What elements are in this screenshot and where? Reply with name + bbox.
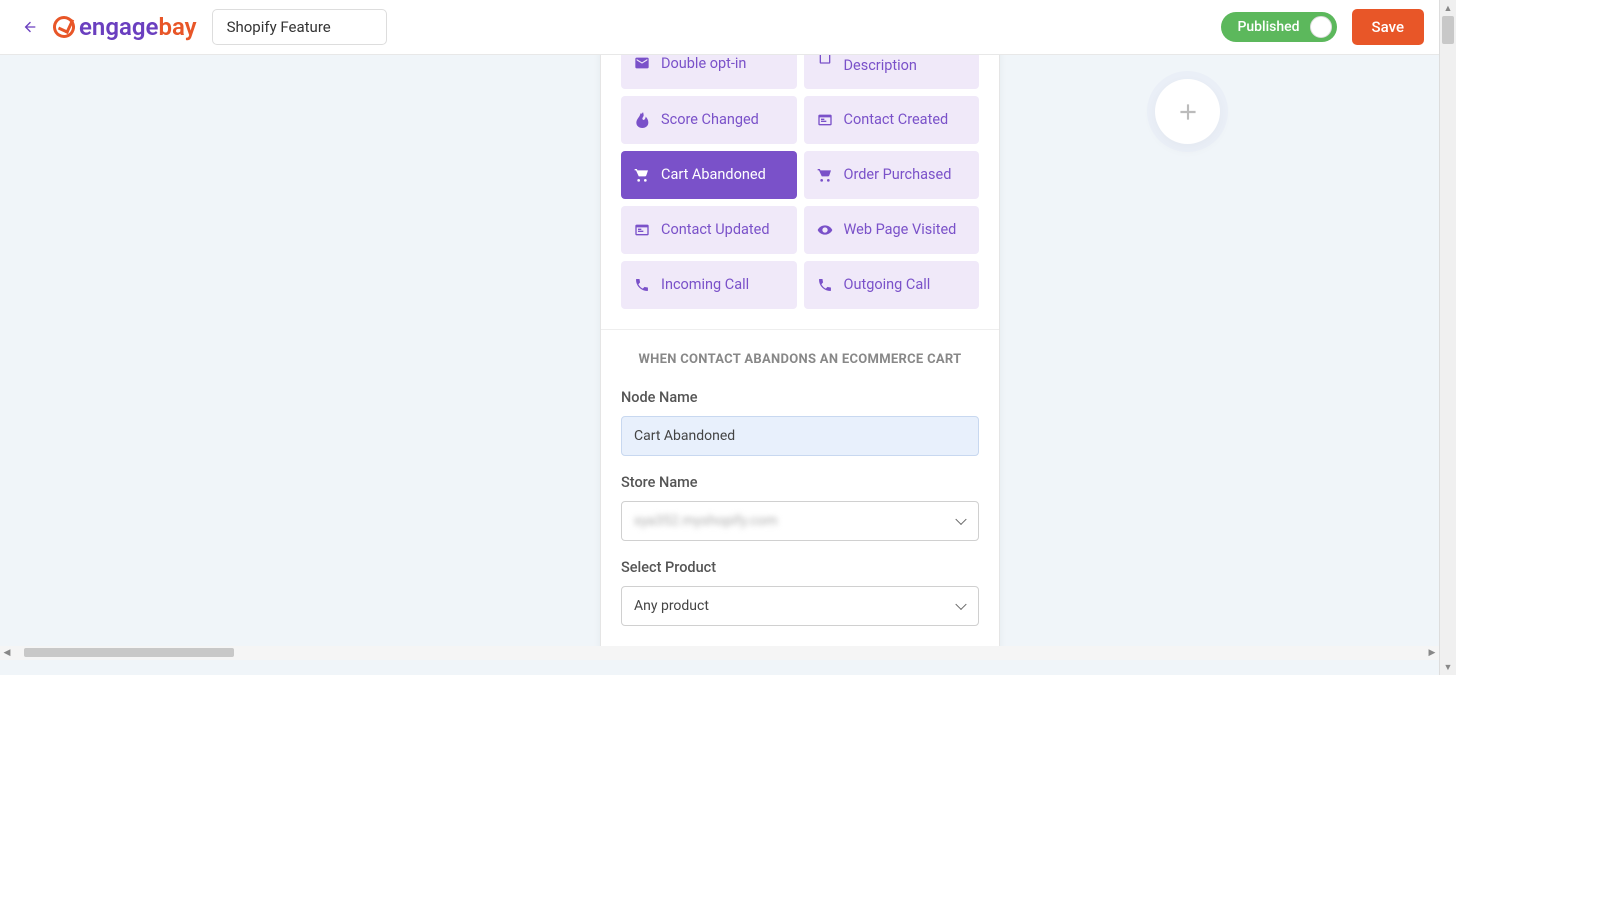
event-label: Incoming Call	[661, 276, 785, 293]
envelope-icon	[633, 55, 651, 71]
arrow-left-icon	[22, 19, 38, 35]
event-label: Outgoing Call	[844, 276, 968, 293]
card-icon	[633, 222, 651, 238]
event-config-panel: Double opt-in Has Note Description Score…	[600, 55, 1000, 660]
scroll-track[interactable]	[14, 646, 1425, 660]
event-web-page-visited[interactable]: Web Page Visited	[804, 206, 980, 254]
store-name-label: Store Name	[621, 474, 979, 491]
published-toggle[interactable]: Published	[1221, 12, 1336, 42]
event-label: Double opt-in	[661, 55, 785, 72]
event-has-note[interactable]: Has Note Description	[804, 55, 980, 89]
phone-icon	[633, 277, 651, 293]
header-bar: engagebay Shopify Feature Published Save	[0, 0, 1439, 55]
select-product-label: Select Product	[621, 559, 979, 576]
event-double-opt-in[interactable]: Double opt-in	[621, 55, 797, 89]
toggle-knob	[1310, 16, 1332, 38]
logo-text-bay: bay	[158, 13, 196, 41]
event-order-purchased[interactable]: Order Purchased	[804, 151, 980, 199]
event-contact-updated[interactable]: Contact Updated	[621, 206, 797, 254]
event-score-changed[interactable]: Score Changed	[621, 96, 797, 144]
event-config-form: WHEN CONTACT ABANDONS AN ECOMMERCE CART …	[601, 329, 999, 660]
add-node-button[interactable]	[1155, 79, 1220, 144]
logo: engagebay	[53, 13, 197, 41]
event-grid: Double opt-in Has Note Description Score…	[601, 55, 999, 329]
config-title: WHEN CONTACT ABANDONS AN ECOMMERCE CART	[621, 352, 979, 367]
event-label: Web Page Visited	[844, 221, 968, 238]
event-outgoing-call[interactable]: Outgoing Call	[804, 261, 980, 309]
scroll-left-icon[interactable]: ◀	[0, 646, 14, 660]
event-label: Cart Abandoned	[661, 166, 785, 183]
vertical-scrollbar[interactable]: ▲ ▼	[1440, 0, 1456, 675]
cart-icon	[816, 167, 834, 183]
event-incoming-call[interactable]: Incoming Call	[621, 261, 797, 309]
select-product-select[interactable]: Any product	[621, 586, 979, 626]
store-name-select[interactable]: xya352.myshopify.com	[621, 501, 979, 541]
published-label: Published	[1237, 19, 1299, 35]
logo-mark-icon	[51, 14, 78, 41]
scroll-thumb[interactable]	[1442, 16, 1454, 44]
scroll-thumb[interactable]	[24, 648, 234, 657]
phone-icon	[816, 277, 834, 293]
plus-icon	[1175, 99, 1201, 125]
event-label: Contact Updated	[661, 221, 785, 238]
fire-icon	[633, 112, 651, 128]
file-icon	[816, 55, 834, 65]
node-name-label: Node Name	[621, 389, 979, 406]
cart-icon	[633, 167, 651, 183]
scroll-right-icon[interactable]: ▶	[1425, 646, 1439, 660]
event-contact-created[interactable]: Contact Created	[804, 96, 980, 144]
event-label: Has Note Description	[844, 55, 968, 75]
event-label: Order Purchased	[844, 166, 968, 183]
feature-title-input[interactable]: Shopify Feature	[212, 9, 387, 45]
horizontal-scrollbar[interactable]: ◀ ▶	[0, 646, 1439, 660]
automation-canvas[interactable]: Double opt-in Has Note Description Score…	[0, 55, 1439, 660]
save-button[interactable]: Save	[1352, 9, 1424, 45]
event-cart-abandoned[interactable]: Cart Abandoned	[621, 151, 797, 199]
event-label: Score Changed	[661, 111, 785, 128]
scroll-down-icon[interactable]: ▼	[1440, 659, 1456, 675]
event-label: Contact Created	[844, 111, 968, 128]
logo-text-engage: engage	[79, 13, 158, 41]
back-button[interactable]	[15, 12, 45, 42]
node-name-input[interactable]	[621, 416, 979, 456]
card-icon	[816, 112, 834, 128]
scroll-up-icon[interactable]: ▲	[1440, 0, 1456, 16]
eye-icon	[816, 222, 834, 238]
